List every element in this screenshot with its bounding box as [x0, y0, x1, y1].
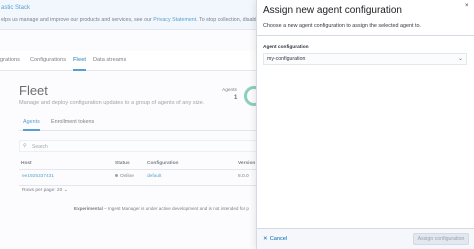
assign-configuration-flyout: Assign new agent configuration × Choose … — [256, 0, 474, 249]
assign-configuration-button[interactable]: Assign configuration — [413, 233, 469, 245]
chevron-down-icon: ⌄ — [457, 56, 463, 62]
cross-icon: ✕ — [263, 236, 268, 242]
agent-configuration-label: Agent configuration — [263, 45, 309, 50]
flyout-divider — [257, 35, 474, 36]
flyout-overlay-mask[interactable] — [0, 0, 256, 249]
cancel-label: Cancel — [269, 236, 288, 242]
flyout-description: Choose a new agent configuration to assi… — [263, 23, 421, 29]
cancel-button[interactable]: ✕ Cancel — [263, 236, 287, 242]
flyout-title: Assign new agent configuration — [263, 5, 402, 16]
flyout-footer: ✕ Cancel Assign configuration — [257, 228, 474, 249]
close-icon[interactable]: × — [465, 3, 469, 9]
selected-configuration: my-configuration — [267, 56, 306, 62]
agent-configuration-select[interactable]: my-configuration ⌄ — [263, 53, 467, 65]
